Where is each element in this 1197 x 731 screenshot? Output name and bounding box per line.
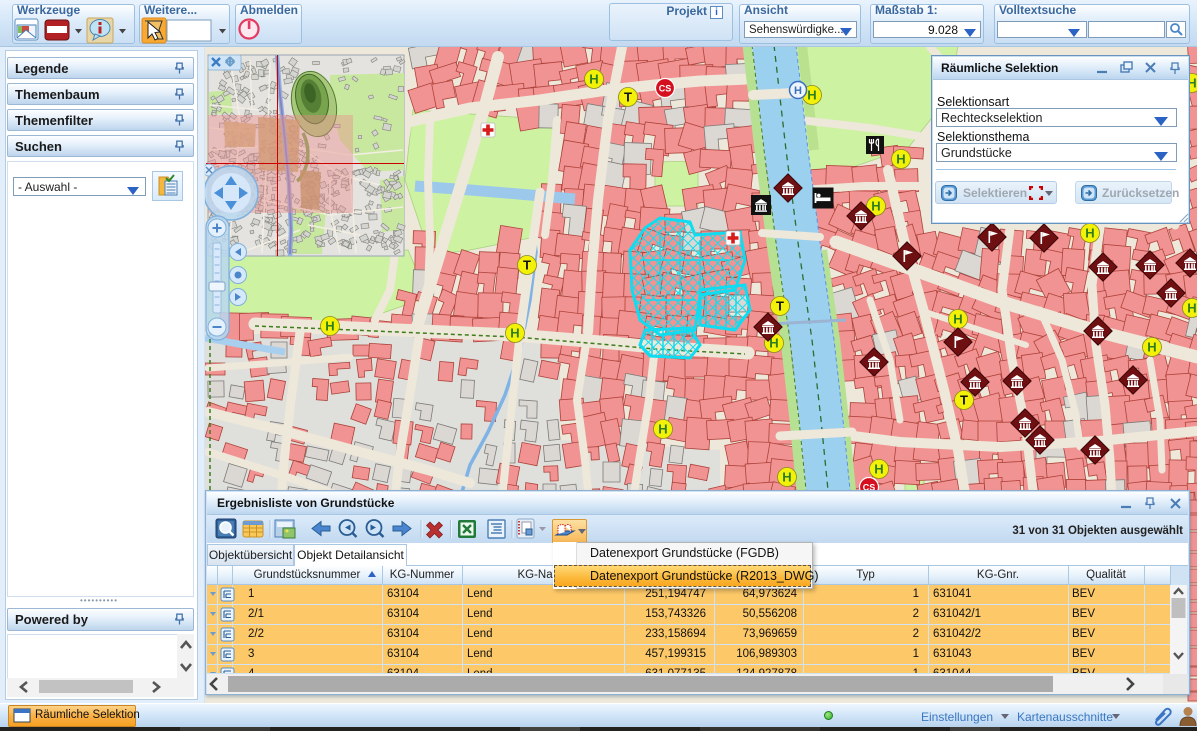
svg-text:H: H — [807, 88, 816, 103]
svg-text:CS: CS — [659, 84, 672, 94]
svg-text:T: T — [960, 393, 968, 408]
svg-text:H: H — [1187, 301, 1196, 316]
svg-text:H: H — [325, 319, 334, 334]
svg-text:H: H — [658, 422, 667, 437]
svg-text:T: T — [776, 299, 784, 314]
svg-text:H: H — [953, 312, 962, 327]
svg-text:H: H — [874, 462, 883, 477]
svg-text:T: T — [523, 258, 531, 273]
svg-text:H: H — [1147, 340, 1156, 355]
svg-text:H: H — [782, 470, 791, 485]
svg-text:H: H — [1085, 226, 1094, 241]
svg-text:H: H — [794, 85, 802, 97]
svg-text:H: H — [896, 152, 905, 167]
svg-text:T: T — [624, 90, 632, 105]
svg-text:H: H — [871, 199, 880, 214]
svg-text:H: H — [589, 72, 598, 87]
svg-text:H: H — [510, 326, 519, 341]
